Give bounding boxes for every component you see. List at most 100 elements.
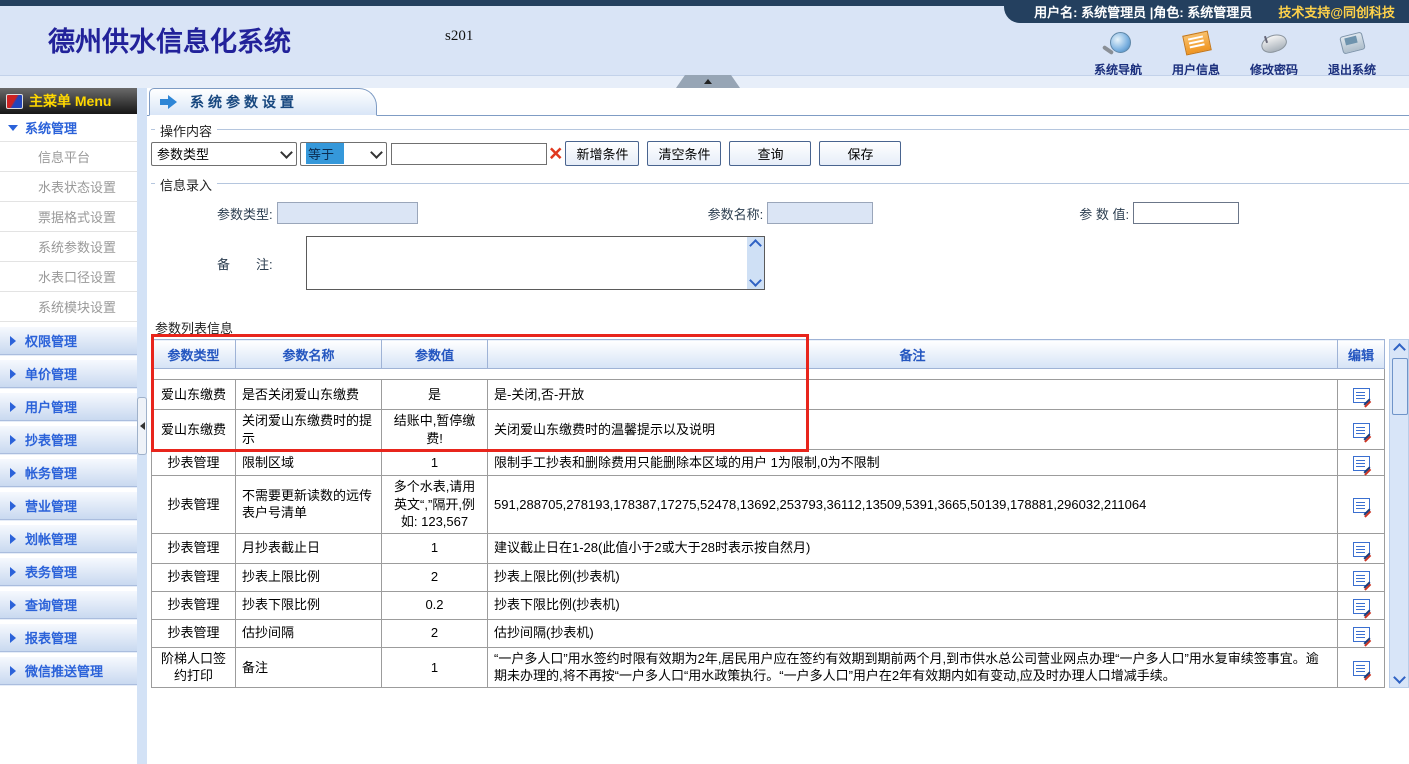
- cell-value: 1: [382, 450, 488, 476]
- save-button[interactable]: 保存: [819, 141, 901, 166]
- edit-icon[interactable]: [1353, 542, 1370, 557]
- cell-remark: 限制手工抄表和删除费用只能删除本区域的用户 1为限制,0为不限制: [488, 450, 1338, 476]
- col-header-value[interactable]: 参数值: [382, 340, 488, 369]
- textarea-scrollbar[interactable]: [747, 237, 764, 289]
- condition-value-input[interactable]: [391, 143, 547, 165]
- sidebar-group-transfer[interactable]: 划帐管理: [0, 524, 137, 553]
- sidebar-item-system-modules[interactable]: 系统模块设置: [0, 292, 137, 322]
- operator-select[interactable]: 等于: [300, 142, 387, 166]
- system-navigation-button[interactable]: 系统导航: [1087, 30, 1149, 78]
- chevron-right-icon: [10, 468, 16, 478]
- chevron-right-icon: [10, 369, 16, 379]
- param-type-input[interactable]: [277, 202, 418, 224]
- sidebar-divider: [137, 88, 147, 764]
- add-condition-button[interactable]: 新增条件: [565, 141, 639, 166]
- param-value-input[interactable]: [1133, 202, 1239, 224]
- cell-value: 1: [382, 533, 488, 563]
- col-header-type[interactable]: 参数类型: [152, 340, 236, 369]
- scroll-down-icon[interactable]: [1393, 671, 1406, 684]
- edit-icon[interactable]: [1353, 627, 1370, 642]
- arrow-right-icon: [160, 95, 178, 109]
- edit-icon[interactable]: [1353, 599, 1370, 614]
- col-header-remark[interactable]: 备注: [488, 340, 1338, 369]
- cell-type: 抄表管理: [152, 619, 236, 647]
- scroll-thumb[interactable]: [1392, 358, 1408, 415]
- table-scrollbar[interactable]: [1389, 339, 1409, 688]
- table-row: 抄表管理 估抄间隔 2 估抄间隔(抄表机): [152, 619, 1385, 647]
- sidebar-item-meter-status[interactable]: 水表状态设置: [0, 172, 137, 202]
- edit-icon[interactable]: [1353, 498, 1370, 513]
- sidebar-item-receipt-format[interactable]: 票据格式设置: [0, 202, 137, 232]
- sidebar-group-users[interactable]: 用户管理: [0, 392, 137, 421]
- tab-system-params[interactable]: 系统参数设置: [149, 88, 377, 116]
- cell-value: 2: [382, 619, 488, 647]
- header-collapse-handle[interactable]: [676, 75, 740, 88]
- sidebar-group-query[interactable]: 查询管理: [0, 590, 137, 619]
- chevron-right-icon: [10, 402, 16, 412]
- sidebar-item-label: 水表状态设置: [38, 177, 116, 196]
- cell-name: 备注: [236, 647, 382, 687]
- exit-system-button[interactable]: 退出系统: [1321, 30, 1383, 78]
- entry-row-1: 参数类型: 参数名称: 参 数 值:: [151, 202, 1409, 224]
- sidebar-item-system-params[interactable]: 系统参数设置: [0, 232, 137, 262]
- sidebar-group-label: 用户管理: [25, 397, 77, 416]
- sidebar-group-permission[interactable]: 权限管理: [0, 326, 137, 355]
- cell-type: 抄表管理: [152, 476, 236, 534]
- remark-textarea[interactable]: [306, 236, 765, 290]
- sidebar-group-label: 报表管理: [25, 628, 77, 647]
- query-button[interactable]: 查询: [729, 141, 811, 166]
- sidebar-group-business[interactable]: 营业管理: [0, 491, 137, 520]
- col-header-name[interactable]: 参数名称: [236, 340, 382, 369]
- cell-value: 多个水表,请用英文“,”隔开,例如: 123,567: [382, 476, 488, 534]
- body: 主菜单 Menu 系统管理 信息平台 水表状态设置 票据格式设置 系统参数设置 …: [0, 88, 1409, 764]
- sidebar-item-info-platform[interactable]: 信息平台: [0, 142, 137, 172]
- cell-name: 不需要更新读数的远传表户号清单: [236, 476, 382, 534]
- param-value-label: 参 数 值:: [1079, 204, 1129, 223]
- collapse-up-icon: [704, 79, 712, 84]
- remove-condition-icon[interactable]: ×: [549, 142, 562, 165]
- sidebar-item-meter-caliber[interactable]: 水表口径设置: [0, 262, 137, 292]
- sidebar-group-unit-price[interactable]: 单价管理: [0, 359, 137, 388]
- cell-remark: 估抄间隔(抄表机): [488, 619, 1338, 647]
- sidebar-group-meter-reading[interactable]: 抄表管理: [0, 425, 137, 454]
- scroll-down-icon[interactable]: [749, 274, 762, 287]
- sidebar-group-accounting[interactable]: 帐务管理: [0, 458, 137, 487]
- sidebar-group-label: 单价管理: [25, 364, 77, 383]
- cell-remark: 建议截止日在1-28(此值小于2或大于28时表示按自然月): [488, 533, 1338, 563]
- operation-legend: 操作内容: [155, 121, 217, 140]
- edit-icon[interactable]: [1353, 423, 1370, 438]
- sidebar-group-meter-mgmt[interactable]: 表务管理: [0, 557, 137, 586]
- scroll-up-icon[interactable]: [1393, 343, 1406, 356]
- sidebar-group-label: 查询管理: [25, 595, 77, 614]
- user-info-button[interactable]: 用户信息: [1165, 30, 1227, 78]
- cell-name: 抄表下限比例: [236, 591, 382, 619]
- sidebar-title: 主菜单 Menu: [29, 91, 111, 111]
- sidebar-group-report[interactable]: 报表管理: [0, 623, 137, 652]
- table-row: 阶梯人口签约打印 备注 1 “一户多人口”用水签约时限有效期为2年,居民用户应在…: [152, 647, 1385, 687]
- cell-type: 阶梯人口签约打印: [152, 647, 236, 687]
- cell-type: 抄表管理: [152, 591, 236, 619]
- user-bar: 用户名: 系统管理员 |角色: 系统管理员 技术支持@同创科技: [1004, 0, 1409, 23]
- table-row: 抄表管理 月抄表截止日 1 建议截止日在1-28(此值小于2或大于28时表示按自…: [152, 533, 1385, 563]
- edit-icon[interactable]: [1353, 456, 1370, 471]
- edit-icon[interactable]: [1353, 661, 1370, 676]
- edit-icon[interactable]: [1353, 388, 1370, 403]
- param-name-input[interactable]: [767, 202, 873, 224]
- edit-icon[interactable]: [1353, 571, 1370, 586]
- sidebar-group-system[interactable]: 系统管理: [0, 114, 137, 142]
- sidebar-group-label: 抄表管理: [25, 430, 77, 449]
- change-password-button[interactable]: 修改密码: [1243, 30, 1305, 78]
- col-header-edit[interactable]: 编辑: [1338, 340, 1385, 369]
- sidebar-collapse-handle[interactable]: [137, 397, 147, 455]
- chevron-down-icon: [370, 146, 383, 159]
- table-row: 爱山东缴费 关闭爱山东缴费时的提示 结账中,暂停缴费! 关闭爱山东缴费时的温馨提…: [152, 410, 1385, 450]
- support-link[interactable]: 技术支持@同创科技: [1278, 2, 1395, 21]
- scroll-up-icon[interactable]: [749, 239, 762, 252]
- field-type-select[interactable]: 参数类型: [151, 142, 297, 166]
- user-role-label: 用户名: 系统管理员 |角色: 系统管理员: [1034, 2, 1252, 21]
- clear-condition-button[interactable]: 清空条件: [647, 141, 721, 166]
- cell-value: 是: [382, 380, 488, 410]
- sidebar-group-wechat-push[interactable]: 微信推送管理: [0, 656, 137, 685]
- param-list-legend: 参数列表信息: [155, 318, 1409, 337]
- table-row: 抄表管理 不需要更新读数的远传表户号清单 多个水表,请用英文“,”隔开,例如: …: [152, 476, 1385, 534]
